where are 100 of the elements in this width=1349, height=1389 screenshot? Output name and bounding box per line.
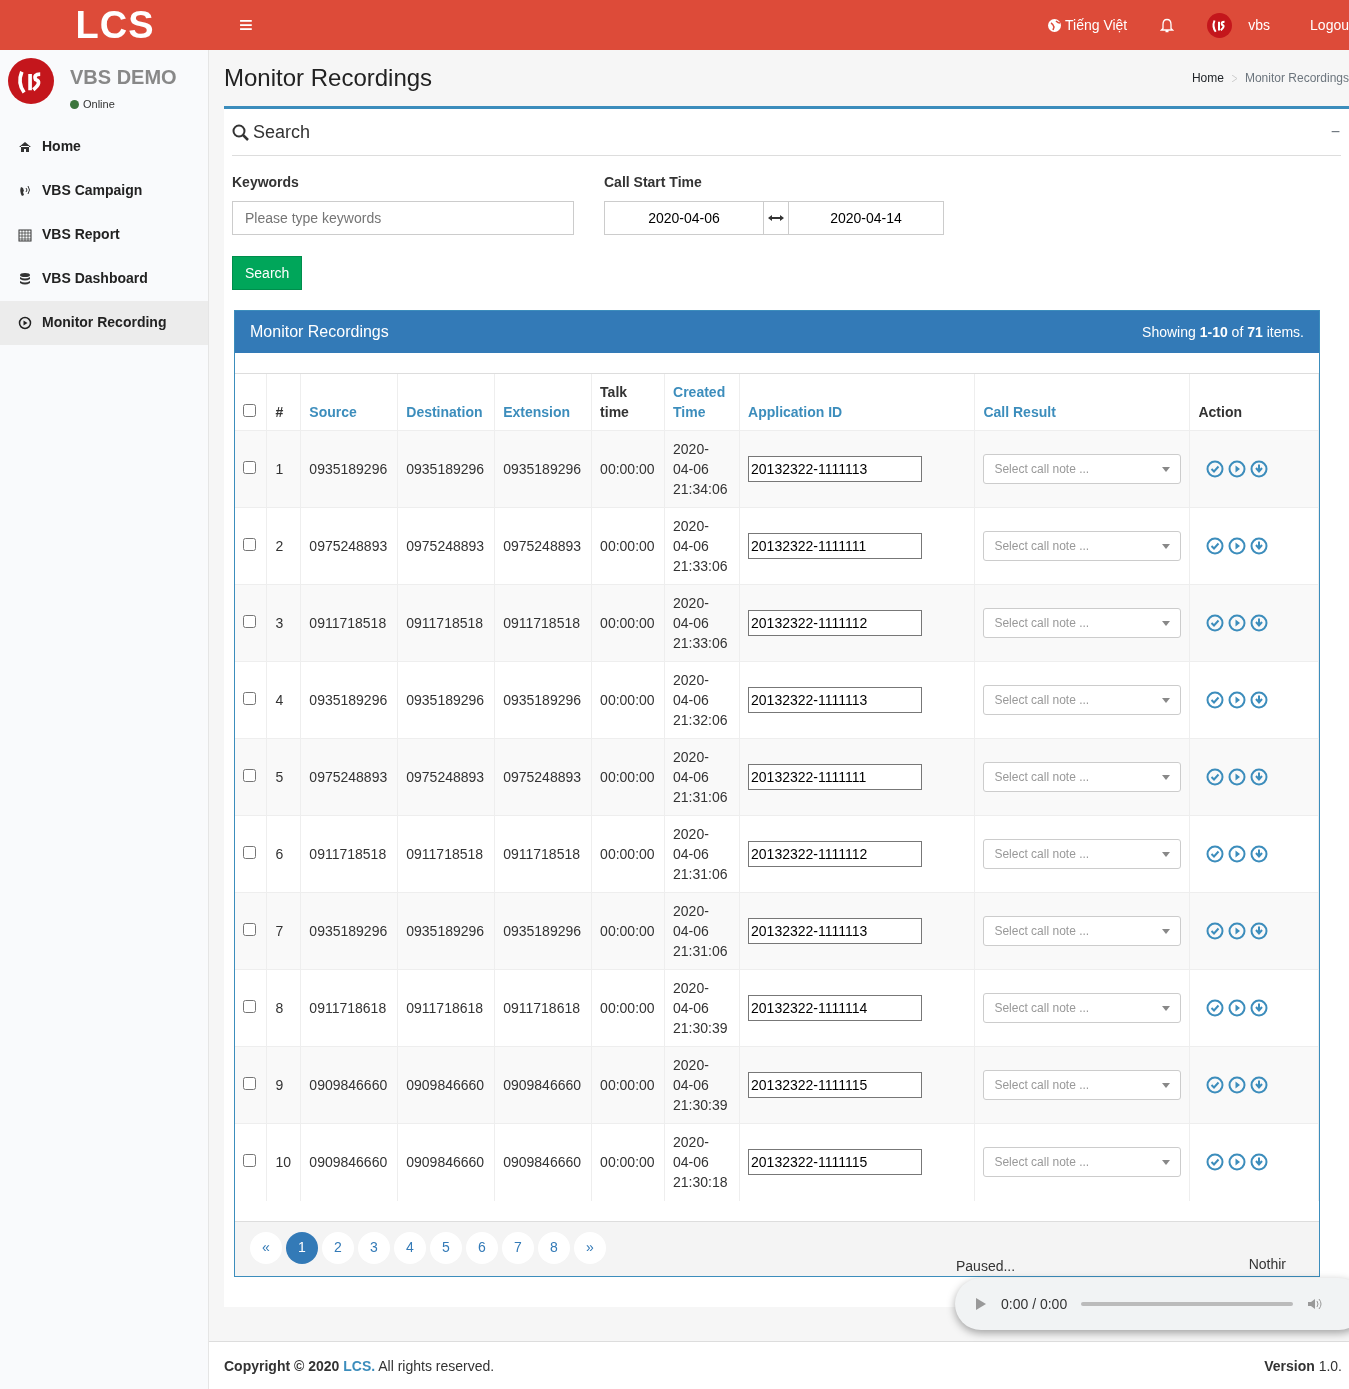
language-link[interactable]: Tiếng Việt: [1048, 14, 1128, 36]
download-circle-icon[interactable]: [1250, 1153, 1269, 1172]
play-icon[interactable]: [975, 1297, 987, 1311]
call-result-dropdown[interactable]: Select call note ...: [983, 531, 1182, 561]
download-circle-icon[interactable]: [1250, 768, 1269, 786]
download-circle-icon[interactable]: [1250, 999, 1269, 1017]
column-header[interactable]: Call Result: [983, 402, 1182, 422]
checkbox[interactable]: [243, 923, 256, 936]
call-result-dropdown[interactable]: Select call note ...: [983, 762, 1182, 792]
page-button[interactable]: 3: [358, 1231, 390, 1264]
checkbox[interactable]: [243, 1077, 256, 1090]
check-circle-icon[interactable]: [1206, 691, 1225, 709]
call-result-dropdown[interactable]: Select call note ...: [983, 608, 1182, 638]
date-field[interactable]: 2020-04-14: [788, 201, 944, 235]
column-header[interactable]: Destination: [406, 402, 487, 422]
sidebar-item[interactable]: VBS Report: [0, 212, 208, 257]
collapse-button[interactable]: −: [1329, 119, 1341, 145]
download-circle-icon[interactable]: [1250, 1076, 1269, 1094]
play-circle-icon[interactable]: [1228, 460, 1247, 478]
checkbox[interactable]: [243, 692, 256, 705]
check-circle-icon[interactable]: [1206, 1153, 1225, 1172]
application-id-field[interactable]: 20132322-1111113: [748, 456, 923, 482]
check-circle-icon[interactable]: [1206, 768, 1225, 786]
search-button[interactable]: Search: [232, 256, 303, 290]
audio-player[interactable]: 0:00 / 0:00: [955, 1278, 1349, 1330]
volume-icon[interactable]: [1307, 1297, 1324, 1311]
sidebar-item[interactable]: Home: [0, 124, 208, 169]
page-button[interactable]: 1: [286, 1231, 318, 1264]
table-cell: 0911718518: [503, 615, 580, 631]
column-header[interactable]: Created Time: [673, 382, 732, 422]
play-circle-icon[interactable]: [1228, 999, 1247, 1017]
checkbox[interactable]: [243, 769, 256, 782]
play-circle-icon[interactable]: [1228, 1153, 1247, 1172]
page-button[interactable]: 2: [322, 1231, 354, 1264]
call-result-dropdown[interactable]: Select call note ...: [983, 993, 1182, 1023]
checkbox[interactable]: [243, 538, 256, 551]
application-id-field[interactable]: 20132322-1111113: [748, 687, 923, 713]
application-id-field[interactable]: 20132322-1111111: [748, 764, 923, 790]
download-circle-icon[interactable]: [1250, 614, 1269, 632]
page-button[interactable]: 8: [538, 1231, 570, 1264]
table-cell: 0911718518: [406, 615, 484, 631]
check-circle-icon[interactable]: [1206, 922, 1225, 940]
page-button[interactable]: 4: [394, 1231, 426, 1264]
check-circle-icon[interactable]: [1206, 999, 1225, 1017]
checkbox[interactable]: [243, 846, 256, 859]
check-circle-icon[interactable]: [1206, 537, 1225, 555]
sidebar-item[interactable]: Monitor Recording: [0, 300, 208, 345]
page-button[interactable]: »: [574, 1231, 606, 1264]
play-circle-icon[interactable]: [1228, 845, 1247, 863]
keywords-field[interactable]: Please type keywords: [232, 201, 574, 235]
menu-button[interactable]: ≡: [238, 6, 254, 44]
download-circle-icon[interactable]: [1250, 922, 1269, 940]
application-id-field[interactable]: 20132322-1111115: [748, 1072, 923, 1098]
checkbox[interactable]: [243, 1154, 256, 1168]
download-circle-icon[interactable]: [1250, 537, 1269, 555]
sidebar-item[interactable]: VBS Dashboard: [0, 256, 208, 301]
company-link[interactable]: LCS.: [343, 1357, 376, 1374]
check-circle-icon[interactable]: [1206, 1076, 1225, 1094]
download-circle-icon[interactable]: [1250, 845, 1269, 863]
sidebar-item[interactable]: VBS Campaign: [0, 168, 208, 213]
application-id-field[interactable]: 20132322-1111115: [748, 1149, 923, 1176]
download-circle-icon[interactable]: [1250, 460, 1269, 478]
call-result-dropdown[interactable]: Select call note ...: [983, 454, 1182, 484]
call-result-dropdown[interactable]: Select call note ...: [983, 839, 1182, 869]
checkbox[interactable]: [243, 461, 256, 474]
logout-link[interactable]: Logou: [1310, 14, 1349, 36]
user-menu[interactable]: vbs: [1207, 12, 1271, 38]
call-result-dropdown[interactable]: Select call note ...: [983, 1147, 1182, 1178]
page-button[interactable]: 7: [502, 1231, 534, 1264]
call-result-dropdown[interactable]: Select call note ...: [983, 1070, 1182, 1100]
play-circle-icon[interactable]: [1228, 614, 1247, 632]
checkbox[interactable]: [243, 1000, 256, 1013]
checkbox[interactable]: [243, 615, 256, 628]
check-circle-icon[interactable]: [1206, 460, 1225, 478]
breadcrumb-item[interactable]: Home: [1191, 69, 1224, 87]
checkbox[interactable]: [243, 404, 256, 417]
play-circle-icon[interactable]: [1228, 1076, 1247, 1094]
column-header[interactable]: Source: [309, 402, 390, 422]
play-circle-icon[interactable]: [1228, 768, 1247, 786]
page-button[interactable]: 6: [466, 1231, 498, 1264]
application-id-field[interactable]: 20132322-1111111: [748, 533, 923, 559]
application-id-field[interactable]: 20132322-1111114: [748, 995, 923, 1021]
check-circle-icon[interactable]: [1206, 845, 1225, 863]
call-result-dropdown[interactable]: Select call note ...: [983, 685, 1182, 715]
caret-icon: [1162, 851, 1171, 857]
download-circle-icon[interactable]: [1250, 691, 1269, 709]
table-cell: 0975248893: [309, 538, 388, 554]
application-id-field[interactable]: 20132322-1111112: [748, 841, 923, 867]
play-circle-icon[interactable]: [1228, 922, 1247, 940]
check-circle-icon[interactable]: [1206, 614, 1225, 632]
page-button[interactable]: 5: [430, 1231, 462, 1264]
play-circle-icon[interactable]: [1228, 691, 1247, 709]
application-id-field[interactable]: 20132322-1111113: [748, 918, 923, 944]
column-header[interactable]: Application ID: [748, 402, 967, 422]
application-id-field[interactable]: 20132322-1111112: [748, 610, 923, 636]
play-circle-icon[interactable]: [1228, 537, 1247, 555]
date-field[interactable]: 2020-04-06: [604, 201, 764, 235]
column-header[interactable]: Extension: [503, 402, 584, 422]
call-result-dropdown[interactable]: Select call note ...: [983, 916, 1182, 946]
page-button[interactable]: «: [250, 1231, 282, 1264]
